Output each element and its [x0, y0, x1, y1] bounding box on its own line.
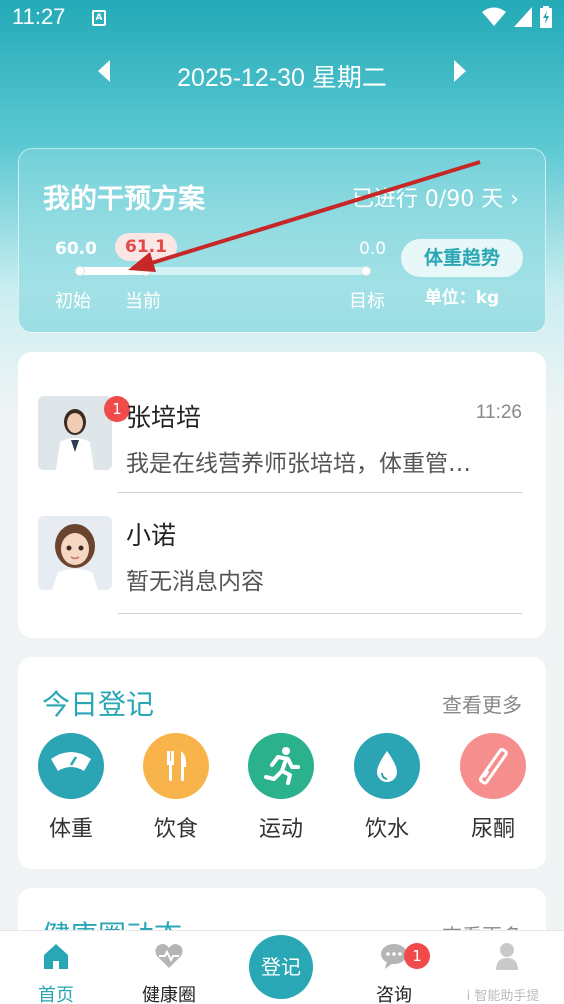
bottom-nav: 首页 健康圈 登记 咨询 1 i 智能助手提醒你 [0, 930, 564, 1004]
weight-unit: 单位：kg [424, 288, 500, 308]
today-title: 今日登记 [42, 688, 155, 721]
register-button[interactable]: 登记 [249, 935, 313, 999]
start-label: 初始 [55, 291, 91, 312]
target-weight: 0.0 [359, 239, 387, 259]
contact-name: 小诺 [126, 521, 177, 550]
home-icon [44, 944, 68, 969]
divider [118, 613, 522, 614]
message-preview: 暂无消息内容 [126, 569, 264, 595]
running-icon [248, 733, 314, 799]
consult-unread-badge: 1 [404, 943, 430, 969]
register-urine-ketone[interactable]: 尿酮 [458, 733, 528, 843]
heart-pulse-icon [155, 944, 183, 968]
plan-progress-link[interactable]: 已进行 0/90 天 › [352, 181, 519, 213]
register-label: 饮水 [364, 817, 409, 842]
watermark: i 智能助手提醒你 [466, 989, 540, 1004]
register-water[interactable]: 饮水 [352, 733, 422, 843]
chevron-right-icon [454, 60, 466, 82]
tab-home[interactable]: 首页 [11, 931, 101, 1004]
avatar [38, 396, 112, 470]
register-diet[interactable]: 饮食 [141, 733, 211, 843]
current-weight-badge: 61.1 [115, 233, 177, 261]
user-icon [496, 943, 518, 970]
today-more-link[interactable]: 查看更多 [442, 689, 522, 718]
water-drop-icon [354, 733, 420, 799]
message-item[interactable]: 小诺 暂无消息内容 [18, 494, 546, 614]
current-label: 当前 [125, 291, 161, 312]
plan-title: 我的干预方案 [43, 184, 205, 215]
current-date[interactable]: 2025-12-30 星期二 [0, 58, 564, 94]
intervention-plan-card[interactable]: 我的干预方案 已进行 0/90 天 › 60.0 61.1 0.0 初始 当前 … [18, 148, 546, 333]
tab-label: 咨询 [376, 985, 412, 1004]
start-weight: 60.0 [55, 239, 97, 259]
weight-trend-button[interactable]: 体重趋势 [401, 239, 523, 277]
message-time: 11:26 [475, 402, 522, 423]
status-bar: 11:27 A [0, 0, 564, 38]
assistant-avatar-icon [38, 516, 112, 590]
test-strip-icon [460, 733, 526, 799]
register-label: 运动 [258, 817, 303, 842]
date-navigator: 2025-12-30 星期二 [0, 56, 564, 96]
start-marker [75, 266, 85, 276]
register-weight[interactable]: 体重 [36, 733, 106, 843]
battery-icon [540, 6, 552, 28]
target-label: 目标 [349, 291, 385, 312]
doctor-avatar-icon [38, 396, 112, 470]
tab-health-circle[interactable]: 健康圈 [124, 931, 214, 1004]
contact-name: 张培培 [126, 403, 202, 432]
register-label: 饮食 [153, 817, 198, 842]
next-day-button[interactable] [444, 60, 474, 88]
consult-messages-card: 1 张培培 11:26 我是在线营养师张培培，体重管… 小诺 暂无消息内容 [18, 352, 546, 638]
scale-icon [38, 733, 104, 799]
signal-icon [514, 7, 532, 27]
divider [118, 492, 522, 493]
register-label: 尿酮 [470, 817, 515, 842]
message-item[interactable]: 1 张培培 11:26 我是在线营养师张培培，体重管… [18, 374, 546, 494]
status-time: 11:27 [12, 4, 66, 29]
weight-progress-fill [75, 267, 147, 275]
current-marker [141, 266, 152, 276]
message-preview: 我是在线营养师张培培，体重管… [126, 451, 471, 477]
wifi-icon [482, 7, 506, 26]
tab-label: 首页 [38, 985, 74, 1004]
tab-label: 健康圈 [142, 985, 196, 1004]
register-exercise[interactable]: 运动 [246, 733, 316, 843]
tab-profile[interactable]: i 智能助手提醒你 [462, 931, 552, 1004]
target-marker [361, 266, 371, 276]
avatar [38, 516, 112, 590]
notification-icon: A [92, 10, 106, 26]
status-icons [482, 6, 552, 28]
weight-progress-track [75, 266, 371, 276]
fork-knife-icon [143, 733, 209, 799]
today-register-card: 今日登记 查看更多 体重 饮食 运动 饮水 尿酮 [18, 657, 546, 869]
register-label: 体重 [48, 817, 93, 842]
tab-consult[interactable]: 咨询 [349, 931, 439, 1004]
